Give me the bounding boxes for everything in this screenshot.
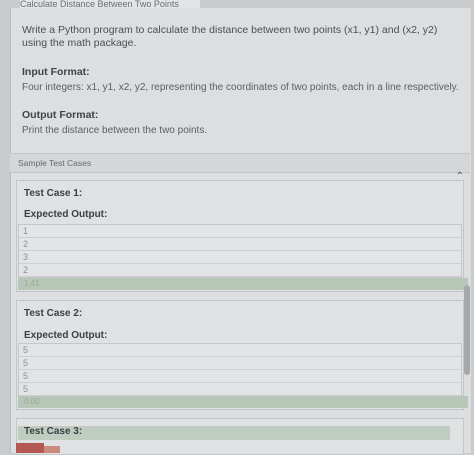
output-line: 2 (19, 238, 461, 251)
test-case-1-expected-output: 1 2 3 2 (18, 224, 462, 278)
output-format-text: Print the distance between the two point… (22, 125, 208, 136)
run-button[interactable] (16, 443, 44, 453)
test-case-1-result: 1.41 (18, 278, 468, 290)
output-line: 2 (19, 264, 461, 277)
test-case-2-title: Test Case 2: (24, 308, 83, 319)
sample-test-cases-label: Sample Test Cases (18, 158, 92, 168)
test-case-3-title: Test Case 3: (24, 426, 83, 437)
output-format-label: Output Format: (22, 109, 99, 121)
output-line: 3 (19, 251, 461, 264)
problem-description: Write a Python program to calculate the … (22, 24, 438, 49)
test-case-1-expected-label: Expected Output: (24, 209, 108, 220)
test-case-2-expected-label: Expected Output: (24, 330, 108, 341)
test-case-2-expected-output: 5 5 5 5 (18, 343, 462, 397)
page-title: Calculate Distance Between Two Points (20, 0, 200, 8)
input-format-label: Input Format: (22, 66, 90, 78)
output-line: 1 (19, 225, 461, 238)
sample-test-cases-header[interactable]: Sample Test Cases (10, 153, 470, 173)
test-case-1-title: Test Case 1: (24, 188, 83, 199)
output-line: 5 (19, 357, 461, 370)
output-line: 5 (19, 344, 461, 357)
input-format-text: Four integers: x1, y1, x2, y2, represent… (22, 82, 459, 93)
scrollbar[interactable] (464, 285, 470, 375)
submit-button[interactable] (44, 446, 60, 453)
test-case-3-bar (18, 426, 450, 440)
output-line: 5 (19, 370, 461, 383)
test-case-2-result: 0.00 (18, 396, 468, 408)
output-line: 5 (19, 383, 461, 396)
